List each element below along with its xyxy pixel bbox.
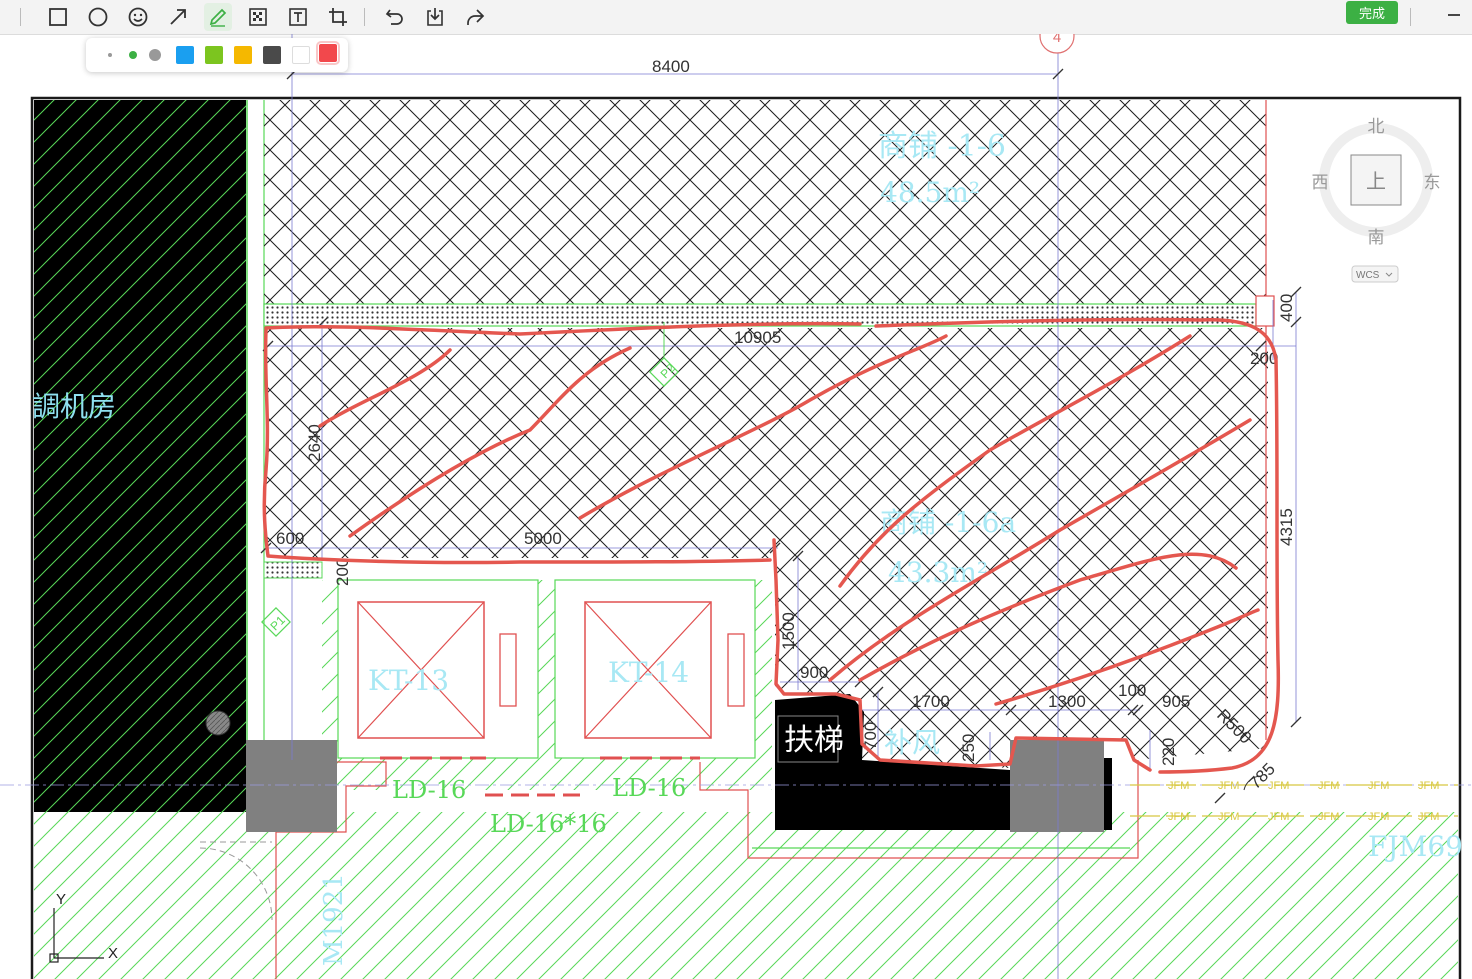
arrow-icon [170,9,186,25]
pencil-icon [209,8,227,27]
fire-shutter-label: JFM [1368,811,1389,823]
cad-drawing-canvas[interactable]: 4 P2 P1 JFM JFM JFM JFM JFM JFM JFM JFM … [0,34,1472,979]
dim-400: 400 [1277,294,1296,322]
shop-top-area [264,100,1266,304]
viewcube-west[interactable]: 西 [1312,173,1329,193]
kt14-label: KT-14 [608,656,689,689]
done-button[interactable]: 完成 [1346,1,1398,24]
text-tool-button[interactable] [284,3,312,31]
door-label-m: M1921 [319,873,349,966]
louver-label-left: LD-16 [392,776,466,804]
fire-shutter-label: JFM [1418,811,1439,823]
crop-icon [329,8,347,26]
ucs-axis-x: X [108,945,118,962]
fire-shutter-label: JFM [1368,780,1389,792]
viewcube-north[interactable]: 北 [1368,117,1385,137]
rectangle-icon [49,8,67,26]
smiley-icon [128,7,148,27]
dim-600: 600 [276,529,304,548]
viewcube-south[interactable]: 南 [1368,228,1385,248]
color-swatch-yellow[interactable] [234,46,252,64]
dim-1700: 1700 [912,692,950,711]
mosaic-tool-button[interactable] [244,3,272,31]
dim-900: 900 [800,663,828,682]
dim-4315: 4315 [1277,508,1296,546]
ucs-axis-y: Y [56,891,66,908]
corridor-hatch [34,812,1458,979]
shop-main-name: 商铺 -1-6a [880,506,1016,539]
dim-250: 250 [959,734,978,762]
toolbar-separator [20,8,21,26]
louver-label-right: LD-16 [612,774,686,802]
mosaic-icon [249,8,267,26]
column-small [1255,295,1275,327]
share-icon [467,9,485,25]
fire-shutter-label: JFM [1418,780,1439,792]
color-swatch-blue[interactable] [176,46,194,64]
color-swatch-white[interactable] [292,46,310,64]
column-grey-left [246,740,337,832]
dim-220: 220 [1159,738,1178,766]
download-icon [427,8,443,26]
text-icon [289,8,307,26]
escalator-label: 扶梯 [784,723,844,758]
save-button[interactable] [421,3,449,31]
toolbar-separator [364,8,365,26]
column-grey-right [1010,740,1104,832]
fire-shutter-label: JFM [1268,811,1289,823]
dim-5000: 5000 [524,529,562,548]
room-label-machine: 調机房 [32,390,116,423]
minimize-icon [1448,14,1460,16]
brush-size-large[interactable] [149,49,161,61]
viewcube-east[interactable]: 东 [1424,173,1441,193]
fire-shutter-label: JFM [1218,780,1239,792]
minimize-button[interactable] [1440,3,1468,31]
dim-8400: 8400 [652,57,690,76]
fire-shutter-label: JFM [1268,780,1289,792]
pen-options-palette [86,38,348,72]
grid-bubble-label: 4 [1053,34,1061,46]
dim-2640: 2640 [305,424,324,462]
share-button[interactable] [461,3,489,31]
circle-icon [88,7,108,27]
dim-1300: 1300 [1048,692,1086,711]
dim-10905: 10905 [734,328,781,347]
fire-shutter-label: JFM [1318,780,1339,792]
drain-symbol-hatch [205,710,231,736]
machine-room-hatch [34,100,246,812]
color-swatch-dark-gray[interactable] [263,46,281,64]
toolbar-separator [1410,8,1411,26]
dim-905: 905 [1162,692,1190,711]
shop-top-name: 商铺 -1-6 [878,129,1006,164]
ellipse-tool-button[interactable] [84,3,112,31]
undo-icon [385,9,403,25]
supply-air-label: 补风 [884,726,940,759]
annotation-toolbar: 完成 [0,0,1472,35]
fire-shutter-label: JFM [1168,780,1189,792]
kt13-label: KT-13 [368,664,449,697]
emoji-tool-button[interactable] [124,3,152,31]
undo-button[interactable] [381,3,409,31]
crop-tool-button[interactable] [324,3,352,31]
viewcube-face-label: 上 [1366,169,1386,193]
arrow-tool-button[interactable] [164,3,192,31]
ucs-menu[interactable]: WCS [1351,265,1399,283]
brush-size-medium[interactable] [129,51,137,59]
dim-100: 100 [1118,681,1146,700]
fire-shutter-label: JFM [1168,811,1189,823]
ucs-menu-label: WCS [1356,270,1380,281]
pen-tool-button[interactable] [204,3,232,31]
rectangle-tool-button[interactable] [44,3,72,31]
fire-shutter-label: JFM [1318,811,1339,823]
fire-shutter-label: JFM [1218,811,1239,823]
color-swatch-green[interactable] [205,46,223,64]
louver-label-mid: LD-16*16 [490,810,607,838]
partition-band-small [263,561,323,579]
shop-top-area: 48.5m² [880,176,980,209]
color-swatch-red[interactable] [316,41,340,65]
dim-1500: 1500 [779,612,798,650]
door-label-fjm: FJM69 [1368,830,1463,863]
brush-size-small[interactable] [108,53,112,57]
